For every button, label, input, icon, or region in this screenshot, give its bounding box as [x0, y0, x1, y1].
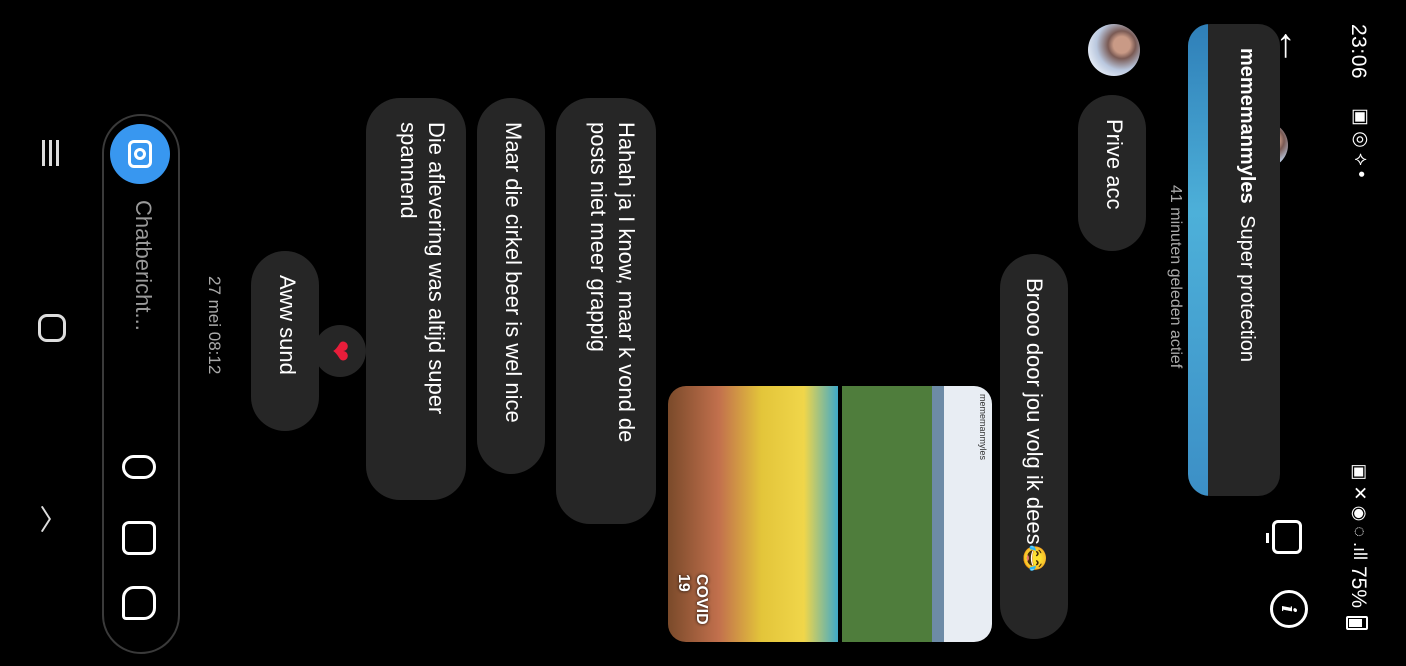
sticker-icon[interactable] — [122, 586, 156, 620]
home-icon[interactable] — [38, 314, 66, 342]
post-caption: mememanmyles — [978, 394, 988, 461]
message-bubble[interactable]: Aww sund — [251, 251, 319, 431]
message-bubble[interactable]: Die aflevering was altijd super spannend — [366, 98, 466, 500]
message-bubble[interactable]: Brooo door jou volg ik dees😂 — [1000, 254, 1068, 639]
status-system-icons: ▣ ✕ ◉ ◌ .ıll — [1350, 463, 1370, 561]
message-input[interactable]: Chatbericht... — [130, 200, 156, 331]
video-call-icon[interactable] — [1272, 520, 1302, 554]
avatar — [1088, 24, 1140, 76]
story-username: mememanmyles — [1236, 48, 1258, 204]
timestamp: 27 mei 08:12 — [205, 276, 224, 375]
active-status: 41 minuten geleden actief — [1167, 185, 1184, 369]
camera-icon[interactable] — [110, 124, 170, 184]
message-bubble[interactable]: Hahah ja I know, maar k vond de posts ni… — [556, 98, 656, 524]
microphone-icon[interactable] — [122, 455, 156, 479]
status-bar: 23:06 ▣ ◎ ⟡ • ▣ ✕ ◉ ◌ .ıll 75% — [1336, 0, 1376, 666]
battery-percentage: 75% — [1347, 565, 1370, 608]
gallery-icon[interactable] — [122, 521, 156, 555]
recents-icon[interactable] — [36, 140, 62, 166]
message-composer[interactable]: Chatbericht... — [102, 114, 180, 654]
post-photo: mememanmyles — [842, 386, 992, 642]
message-bubble[interactable]: Maar die cirkel beer is wel nice — [477, 98, 545, 474]
story-reply-card[interactable]: mememanmyles Super protection — [1188, 24, 1280, 496]
system-navigation-bar: ︿ — [0, 0, 68, 666]
meme-label: COVID 19 — [675, 574, 710, 625]
story-text: Super protection — [1236, 215, 1258, 362]
story-thumbnail — [1188, 24, 1208, 496]
heart-reaction-icon[interactable]: ❤ — [314, 325, 366, 377]
battery-icon — [1346, 616, 1368, 630]
message-bubble[interactable]: Prive acc — [1078, 95, 1146, 251]
status-notification-icons: ▣ ◎ ⟡ • — [1350, 108, 1371, 178]
status-time: 23:06 — [1347, 24, 1370, 80]
story-caption: mememanmyles Super protection — [1235, 48, 1258, 362]
info-icon[interactable]: i — [1270, 590, 1308, 628]
nav-back-icon[interactable]: ︿ — [37, 505, 68, 533]
shared-post-image[interactable]: mememanmyles COVID 19 — [668, 386, 992, 642]
